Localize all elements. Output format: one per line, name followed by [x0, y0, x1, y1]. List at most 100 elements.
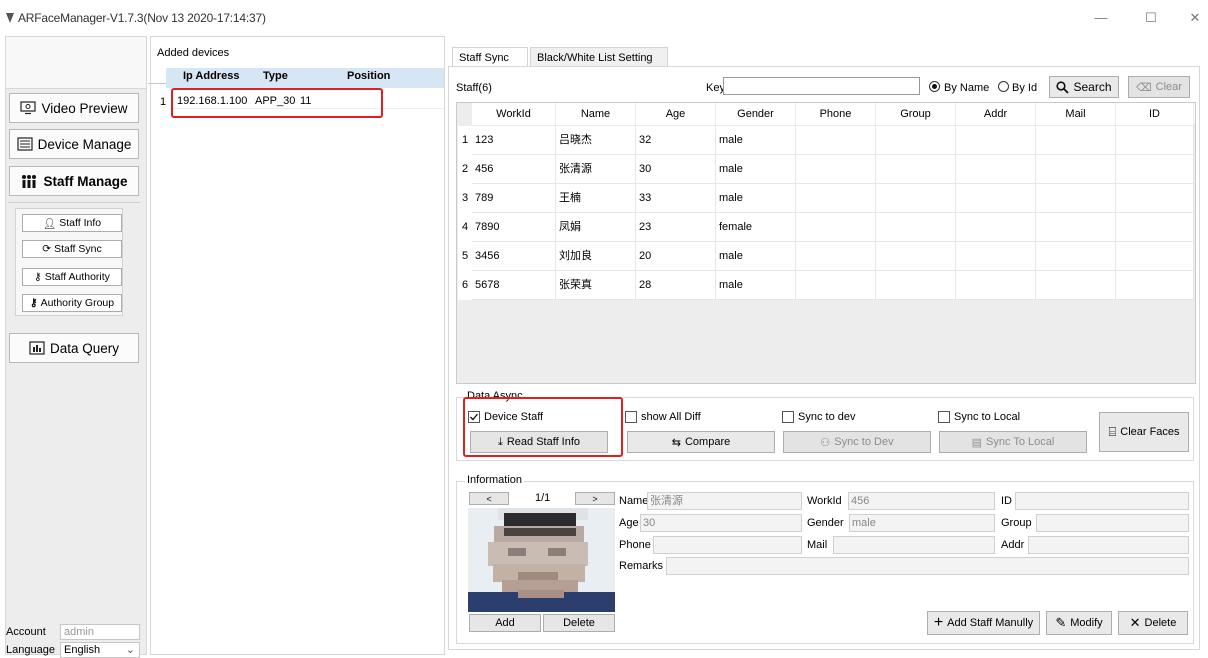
- staff-cell-workid[interactable]: 456: [472, 155, 556, 184]
- mail-field[interactable]: [833, 536, 995, 554]
- show-all-diff-checkbox[interactable]: show All Diff: [625, 411, 701, 423]
- modify-button[interactable]: ✎ Modify: [1046, 611, 1112, 635]
- tab-staff-sync[interactable]: Staff Sync: [452, 47, 528, 67]
- close-button[interactable]: ✕: [1180, 6, 1208, 30]
- staff-cell-group[interactable]: [876, 213, 956, 242]
- staff-cell-workid[interactable]: 789: [472, 184, 556, 213]
- staff-cell-name[interactable]: 张清源: [556, 155, 636, 184]
- addr-field[interactable]: [1028, 536, 1189, 554]
- staff-cell-workid[interactable]: 123: [472, 126, 556, 155]
- key-input[interactable]: [723, 77, 920, 95]
- gender-label: Gender: [807, 517, 844, 529]
- maximize-button[interactable]: ☐: [1136, 6, 1166, 30]
- compare-button[interactable]: ⇆ Compare: [627, 431, 775, 453]
- sync-to-dev-checkbox[interactable]: Sync to dev: [782, 411, 855, 423]
- staff-cell-id[interactable]: [1116, 213, 1194, 242]
- add-photo-button[interactable]: Add: [469, 614, 541, 632]
- clear-button[interactable]: ⌫ Clear: [1128, 76, 1190, 98]
- staff-cell-id[interactable]: [1116, 126, 1194, 155]
- staff-sync-button[interactable]: ⟳ Staff Sync: [22, 240, 122, 258]
- staff-cell-id[interactable]: [1116, 155, 1194, 184]
- staff-authority-button[interactable]: ⚷ Staff Authority: [22, 268, 122, 286]
- group-field[interactable]: [1036, 514, 1189, 532]
- staff-cell-group[interactable]: [876, 242, 956, 271]
- delete-photo-button[interactable]: Delete: [543, 614, 615, 632]
- sync-to-dev-button[interactable]: ⚇ Sync to Dev: [783, 431, 931, 453]
- gender-field[interactable]: male: [849, 514, 995, 532]
- tab-bw-list[interactable]: Black/White List Setting: [530, 47, 668, 67]
- staff-cell-phone[interactable]: [796, 184, 876, 213]
- staff-cell-group[interactable]: [876, 271, 956, 300]
- delete-button[interactable]: ✕ Delete: [1118, 611, 1188, 635]
- staff-cell-age[interactable]: 23: [636, 213, 716, 242]
- staff-cell-phone[interactable]: [796, 155, 876, 184]
- staff-cell-mail[interactable]: [1036, 213, 1116, 242]
- staff-cell-mail[interactable]: [1036, 126, 1116, 155]
- staff-cell-gender[interactable]: male: [716, 126, 796, 155]
- staff-cell-name[interactable]: 吕晓杰: [556, 126, 636, 155]
- device-manage-button[interactable]: Device Manage: [9, 129, 139, 159]
- staff-cell-age[interactable]: 33: [636, 184, 716, 213]
- staff-cell-gender[interactable]: male: [716, 155, 796, 184]
- language-select[interactable]: English ⌄: [60, 642, 140, 658]
- staff-cell-phone[interactable]: [796, 271, 876, 300]
- staff-cell-id[interactable]: [1116, 271, 1194, 300]
- next-photo-button[interactable]: >: [575, 492, 615, 505]
- staff-cell-addr[interactable]: [956, 213, 1036, 242]
- minimize-button[interactable]: —: [1086, 6, 1116, 30]
- staff-cell-group[interactable]: [876, 126, 956, 155]
- staff-cell-gender[interactable]: female: [716, 213, 796, 242]
- video-preview-button[interactable]: Video Preview: [9, 93, 139, 123]
- staff-cell-age[interactable]: 30: [636, 155, 716, 184]
- staff-cell-age[interactable]: 20: [636, 242, 716, 271]
- staff-cell-name[interactable]: 凤娟: [556, 213, 636, 242]
- staff-cell-age[interactable]: 32: [636, 126, 716, 155]
- staff-cell-name[interactable]: 张荣真: [556, 271, 636, 300]
- account-field[interactable]: admin: [60, 624, 140, 640]
- data-query-button[interactable]: Data Query: [9, 333, 139, 363]
- col-mail: Mail: [1036, 103, 1116, 125]
- add-staff-button[interactable]: + Add Staff Manully: [927, 611, 1040, 635]
- staff-info-button[interactable]: 👤︎ Staff Info: [22, 214, 122, 232]
- name-field[interactable]: 张清源: [647, 492, 802, 510]
- workid-field[interactable]: 456: [848, 492, 995, 510]
- phone-field[interactable]: [653, 536, 802, 554]
- staff-cell-addr[interactable]: [956, 242, 1036, 271]
- prev-photo-button[interactable]: <: [469, 492, 509, 505]
- staff-cell-mail[interactable]: [1036, 184, 1116, 213]
- staff-cell-workid[interactable]: 7890: [472, 213, 556, 242]
- staff-cell-addr[interactable]: [956, 155, 1036, 184]
- staff-cell-id[interactable]: [1116, 242, 1194, 271]
- staff-cell-group[interactable]: [876, 155, 956, 184]
- staff-cell-gender[interactable]: male: [716, 184, 796, 213]
- clear-faces-button[interactable]: ⌸ Clear Faces: [1099, 412, 1189, 452]
- sync-to-local-checkbox[interactable]: Sync to Local: [938, 411, 1020, 423]
- authority-group-button[interactable]: ⚷ Authority Group: [22, 294, 122, 312]
- id-field[interactable]: [1015, 492, 1189, 510]
- staff-cell-age[interactable]: 28: [636, 271, 716, 300]
- remarks-field[interactable]: [666, 557, 1189, 575]
- staff-cell-name[interactable]: 刘加良: [556, 242, 636, 271]
- staff-cell-group[interactable]: [876, 184, 956, 213]
- staff-cell-phone[interactable]: [796, 242, 876, 271]
- staff-cell-mail[interactable]: [1036, 242, 1116, 271]
- staff-cell-gender[interactable]: male: [716, 242, 796, 271]
- age-field[interactable]: 30: [640, 514, 802, 532]
- staff-cell-id[interactable]: [1116, 184, 1194, 213]
- staff-cell-phone[interactable]: [796, 213, 876, 242]
- staff-manage-button[interactable]: Staff Manage: [9, 166, 139, 196]
- staff-cell-workid[interactable]: 3456: [472, 242, 556, 271]
- staff-cell-addr[interactable]: [956, 126, 1036, 155]
- staff-cell-phone[interactable]: [796, 126, 876, 155]
- search-button[interactable]: Search: [1049, 76, 1119, 98]
- sync-to-local-button[interactable]: ▤ Sync To Local: [939, 431, 1087, 453]
- by-name-radio[interactable]: [929, 81, 940, 92]
- staff-cell-name[interactable]: 王楠: [556, 184, 636, 213]
- staff-cell-addr[interactable]: [956, 271, 1036, 300]
- staff-cell-workid[interactable]: 5678: [472, 271, 556, 300]
- by-id-radio[interactable]: [998, 81, 1009, 92]
- staff-cell-mail[interactable]: [1036, 155, 1116, 184]
- staff-cell-mail[interactable]: [1036, 271, 1116, 300]
- staff-cell-addr[interactable]: [956, 184, 1036, 213]
- staff-cell-gender[interactable]: male: [716, 271, 796, 300]
